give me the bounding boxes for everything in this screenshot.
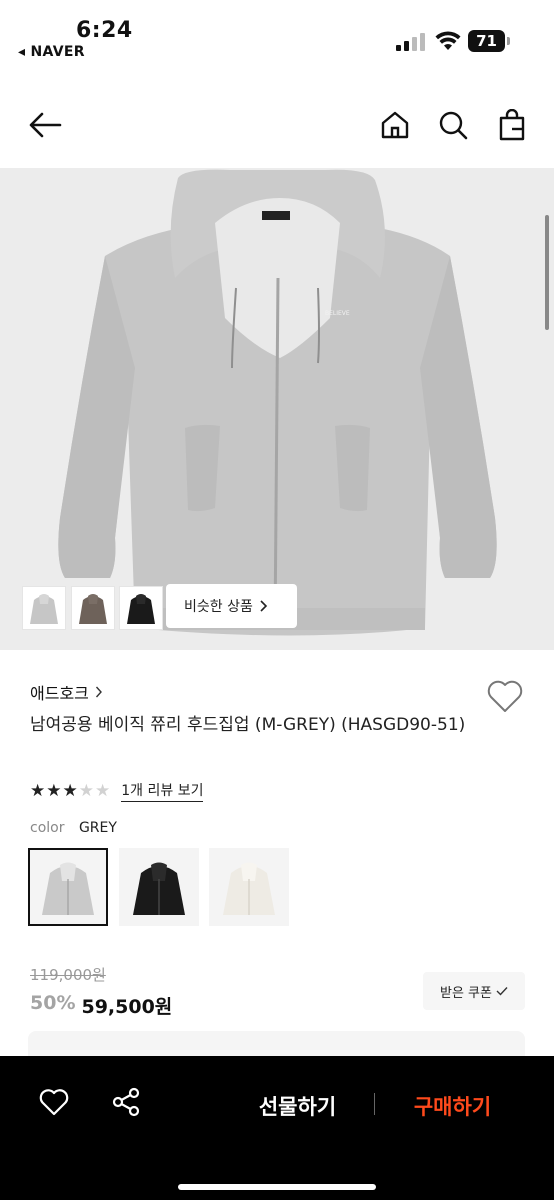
hoodie-photo: BELIEVE — [58, 169, 497, 636]
swatch-black[interactable] — [119, 848, 199, 926]
share-icon[interactable] — [110, 1086, 142, 1118]
status-time: 6:24 — [76, 18, 133, 43]
star-filled-icon: ★ — [46, 781, 62, 801]
coupon-button[interactable]: 받은 쿠폰 — [423, 972, 525, 1010]
color-value: GREY — [78, 820, 117, 836]
search-icon[interactable] — [435, 107, 471, 143]
status-bar: 6:24 ◂ NAVER 71 — [0, 0, 554, 70]
review-link[interactable]: 1개 리뷰 보기 — [121, 780, 204, 802]
original-price: 119,000원 — [30, 966, 106, 984]
back-to-app-link[interactable]: ◂ NAVER — [18, 44, 85, 60]
brand-name: 애드호크 — [30, 684, 89, 703]
star-empty-icon: ★ — [95, 781, 111, 801]
chest-print-text: BELIEVE — [325, 310, 350, 317]
buy-button[interactable]: 구매하기 — [395, 1086, 510, 1126]
home-icon[interactable] — [377, 107, 413, 143]
brand-link[interactable]: 애드호크 — [30, 680, 103, 704]
home-indicator — [178, 1184, 376, 1190]
sale-price: 59,500원 — [81, 996, 173, 1018]
heart-icon[interactable] — [486, 678, 524, 714]
thumbnail-black[interactable] — [119, 586, 163, 630]
thumbnail-grey[interactable] — [22, 586, 66, 630]
thumbnail-brown[interactable] — [71, 586, 115, 630]
similar-products-button[interactable]: 비슷한 상품 — [166, 584, 297, 628]
heart-icon[interactable] — [38, 1086, 70, 1118]
price-row: 50% 59,500원 — [30, 992, 172, 1019]
gallery-scrollbar — [545, 215, 549, 330]
discount-rate: 50% — [30, 992, 76, 1014]
swatch-cream[interactable] — [209, 848, 289, 926]
gift-button[interactable]: 선물하기 — [240, 1086, 355, 1126]
star-filled-icon: ★ — [30, 781, 46, 801]
shopping-bag-icon[interactable] — [494, 107, 530, 143]
swatch-grey[interactable] — [28, 848, 108, 926]
product-image-gallery[interactable]: BELIEVE — [0, 168, 554, 650]
similar-products-label: 비슷한 상품 — [184, 599, 253, 615]
color-label: color — [30, 820, 65, 836]
color-row: color GREY — [30, 820, 117, 836]
battery-level: 71 — [468, 30, 505, 52]
rating-row: ★ ★ ★ ★ ★ 1개 리뷰 보기 — [30, 780, 204, 802]
chevron-right-icon — [95, 686, 102, 698]
battery-indicator: 71 — [468, 30, 510, 52]
check-icon — [496, 987, 508, 996]
star-empty-icon: ★ — [78, 781, 94, 801]
button-divider — [374, 1093, 375, 1115]
star-filled-icon: ★ — [62, 781, 78, 801]
wifi-icon — [435, 31, 461, 50]
back-arrow-icon[interactable] — [27, 107, 63, 143]
top-navigation — [0, 95, 554, 155]
chevron-right-icon — [260, 600, 267, 612]
bottom-action-bar: 선물하기 구매하기 — [0, 1056, 554, 1200]
product-title: 남여공용 베이직 쮸리 후드집업 (M-GREY) (HASGD90-51) — [30, 715, 466, 735]
cellular-signal-icon — [396, 33, 425, 51]
coupon-label: 받은 쿠폰 — [440, 985, 492, 1001]
